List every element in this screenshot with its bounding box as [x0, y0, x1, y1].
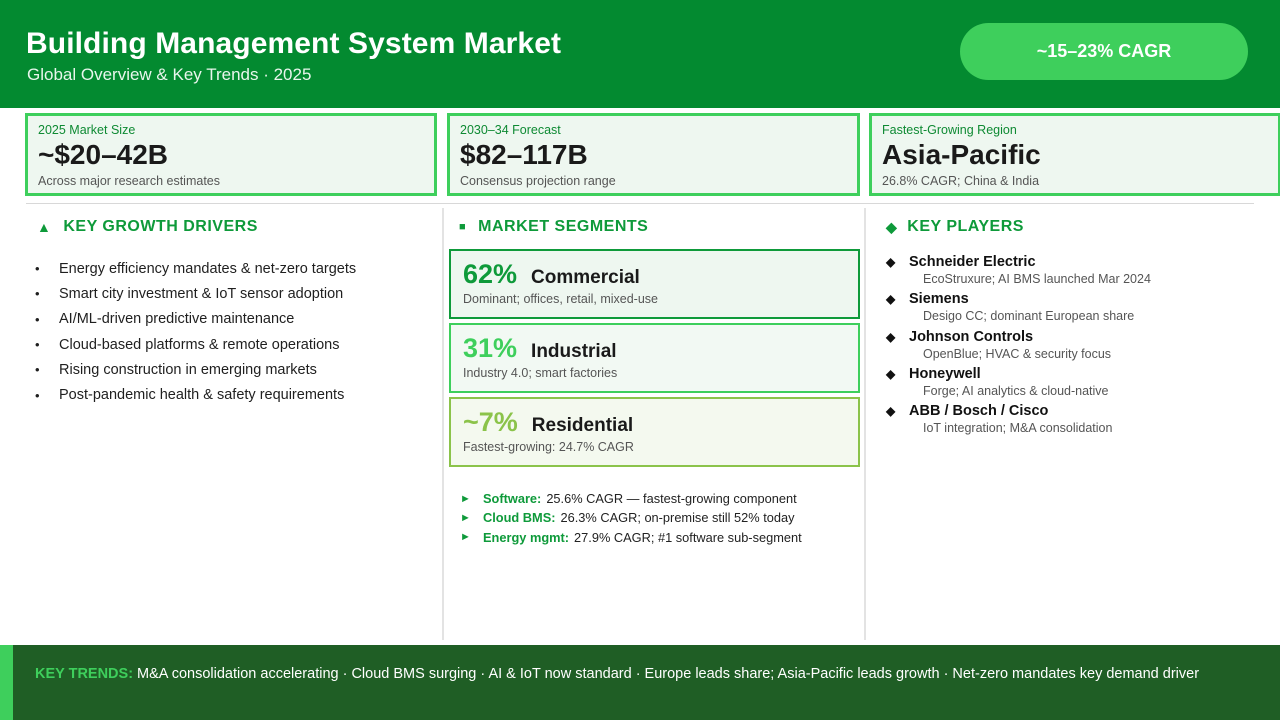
bullet-icon: • [35, 311, 40, 327]
driver-text: Rising construction in emerging markets [59, 361, 317, 378]
stat-value: Asia-Pacific [882, 139, 1041, 170]
player-desc: OpenBlue; HVAC & security focus [923, 346, 1112, 361]
diamond-icon: ◆ [886, 218, 898, 235]
list-item: • AI/ML-driven predictive maintenance [35, 307, 356, 332]
player-name: ABB / Bosch / Cisco [909, 403, 1049, 420]
segment-percent: 31% [463, 333, 518, 363]
segment-percent: 62% [463, 259, 518, 289]
player-desc: Desigo CC; dominant European share [923, 309, 1135, 324]
triangle-up-icon: ▲ [37, 219, 52, 235]
drivers-heading-text: KEY GROWTH DRIVERS [63, 218, 258, 235]
stat-value: $82–117B [460, 139, 588, 170]
diamond-icon: ◆ [886, 292, 896, 307]
driver-text: Cloud-based platforms & remote operation… [59, 336, 340, 353]
stat-card-forecast: 2030–34 Forecast $82–117B Consensus proj… [447, 113, 860, 196]
player-name: Schneider Electric [909, 254, 1036, 270]
stat-card-market-size: 2025 Market Size ~$20–42B Across major r… [25, 113, 437, 196]
segment-card-commercial: 62% Commercial Dominant; offices, retail… [449, 249, 860, 319]
key-trends-text: KEY TRENDS: M&A consolidation accelerati… [35, 665, 1235, 683]
bullet-icon: • [35, 362, 40, 378]
list-item: ◆ Honeywell Forge; AI analytics & cloud-n… [886, 366, 1151, 403]
column-divider [864, 208, 866, 640]
driver-text: Smart city investment & IoT sensor adopt… [59, 285, 344, 302]
stat-card-fastest-region: Fastest-Growing Region Asia-Pacific 26.8… [869, 113, 1280, 196]
list-item: • Post-pandemic health & safety requireme… [35, 382, 356, 407]
column-divider [442, 208, 444, 640]
list-item: ◆ Johnson Controls OpenBlue; HVAC & secur… [886, 329, 1151, 366]
cagr-badge: ~15–23% CAGR [960, 23, 1248, 80]
list-item: • Smart city investment & IoT sensor adop… [35, 281, 356, 306]
driver-text: Energy efficiency mandates & net-zero ta… [59, 260, 357, 277]
segment-desc: Fastest-growing: 24.7% CAGR [463, 440, 634, 454]
player-desc: IoT integration; M&A consolidation [923, 421, 1113, 436]
footer-accent-bar [0, 645, 13, 720]
stat-note: Across major research estimates [38, 174, 221, 188]
list-item: ◆ Siemens Desigo CC; dominant European sh… [886, 291, 1151, 328]
bullet-icon: • [35, 286, 40, 302]
section-divider [26, 203, 1254, 204]
list-item: • Rising construction in emerging markets [35, 357, 356, 382]
player-name: Johnson Controls [909, 328, 1034, 345]
arrow-right-icon: ► [460, 531, 471, 544]
driver-text: Post-pandemic health & safety requiremen… [59, 387, 345, 404]
list-item: ► Energy mgmt: 27.9% CAGR; #1 software sub… [460, 528, 802, 547]
highlight-text: 26.3% CAGR; on-premise still 52% today [560, 510, 795, 526]
list-item: ◆ Schneider Electric EcoStruxure; AI BMS … [886, 254, 1151, 291]
segment-percent: ~7% [463, 407, 518, 437]
list-item: ► Software: 25.6% CAGR — fastest-growing c… [460, 489, 802, 508]
segment-desc: Dominant; offices, retail, mixed-use [463, 292, 658, 306]
key-trends-label: KEY TRENDS: [35, 666, 134, 682]
highlight-text: 25.6% CAGR — fastest-growing component [546, 491, 797, 507]
diamond-icon: ◆ [886, 255, 896, 269]
list-item: ◆ ABB / Bosch / Cisco IoT integration; M&… [886, 403, 1151, 440]
bullet-icon: • [35, 261, 40, 277]
key-trends-body: M&A consolidation accelerating · Cloud B… [133, 666, 1200, 682]
driver-text: AI/ML-driven predictive maintenance [59, 311, 295, 328]
segment-card-industrial: 31% Industrial Industry 4.0; smart facto… [449, 323, 860, 393]
stat-value: ~$20–42B [38, 139, 169, 170]
segments-heading-text: MARKET SEGMENTS [478, 218, 649, 235]
page-subtitle: Global Overview & Key Trends · 2025 [27, 65, 312, 84]
drivers-list: • Energy efficiency mandates & net-zero t… [35, 256, 356, 408]
segments-heading: ■ MARKET SEGMENTS [459, 218, 648, 236]
stat-label: Fastest-Growing Region [882, 123, 1017, 137]
segment-name: Residential [531, 415, 634, 436]
stat-label: 2030–34 Forecast [460, 123, 561, 137]
player-desc: Forge; AI analytics & cloud-native [923, 383, 1109, 398]
player-name: Honeywell [909, 365, 981, 382]
diamond-icon: ◆ [886, 404, 896, 419]
header-banner: Building Management System Market Global… [0, 0, 1280, 108]
player-name: Siemens [909, 291, 969, 308]
players-heading-text: KEY PLAYERS [907, 218, 1024, 235]
list-item: • Cloud-based platforms & remote operatio… [35, 332, 356, 357]
segment-name: Commercial [531, 267, 640, 288]
highlight-key: Energy mgmt: [483, 529, 570, 545]
arrow-right-icon: ► [460, 492, 471, 505]
players-list: ◆ Schneider Electric EcoStruxure; AI BMS … [886, 254, 1151, 440]
bullet-icon: • [35, 337, 40, 353]
stat-note: 26.8% CAGR; China & India [882, 174, 1040, 188]
player-desc: EcoStruxure; AI BMS launched Mar 2024 [923, 272, 1151, 286]
highlight-key: Software: [483, 491, 542, 507]
footer-banner: KEY TRENDS: M&A consolidation accelerati… [0, 645, 1280, 720]
square-icon: ■ [459, 221, 467, 233]
segment-desc: Industry 4.0; smart factories [463, 366, 618, 380]
players-heading: ◆ KEY PLAYERS [886, 218, 1024, 236]
diamond-icon: ◆ [886, 366, 896, 381]
highlight-text: 27.9% CAGR; #1 software sub-segment [574, 529, 802, 545]
list-item: • Energy efficiency mandates & net-zero t… [35, 256, 356, 281]
stat-note: Consensus projection range [460, 174, 616, 188]
segment-card-residential: ~7% Residential Fastest-growing: 24.7% C… [449, 397, 860, 467]
highlight-key: Cloud BMS: [483, 510, 556, 526]
diamond-icon: ◆ [886, 329, 896, 344]
stat-label: 2025 Market Size [38, 123, 136, 137]
segment-name: Industrial [531, 341, 617, 362]
list-item: ► Cloud BMS: 26.3% CAGR; on-premise still … [460, 508, 802, 527]
page-title: Building Management System Market [26, 27, 562, 60]
bullet-icon: • [35, 387, 40, 403]
segment-highlights: ► Software: 25.6% CAGR — fastest-growing c… [460, 489, 802, 547]
drivers-heading: ▲ KEY GROWTH DRIVERS [37, 218, 258, 236]
arrow-right-icon: ► [460, 511, 471, 524]
